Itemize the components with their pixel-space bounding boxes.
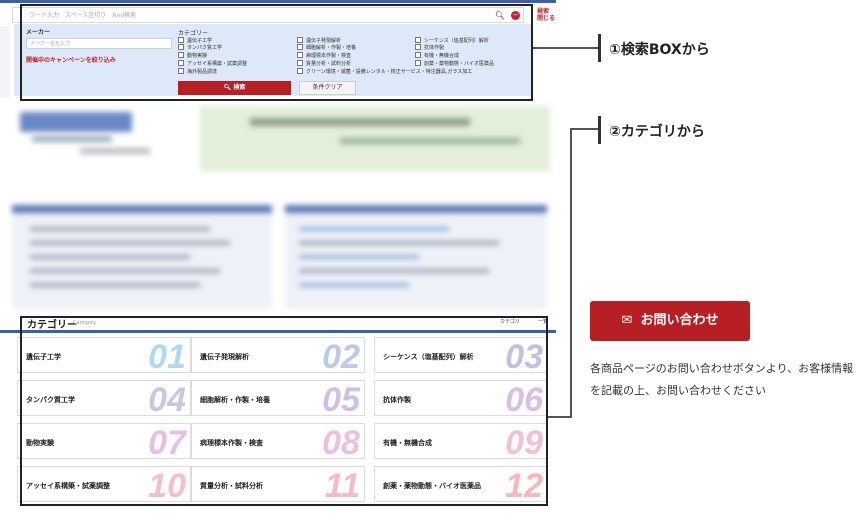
blurred-text [32, 136, 112, 142]
top-accent-line [0, 0, 556, 3]
blurred-news-box [285, 205, 547, 309]
blurred-text [340, 138, 520, 144]
callout-line-2-bottom [548, 416, 572, 418]
contact-button[interactable]: ✉ お問い合わせ [590, 301, 750, 341]
blurred-text [250, 118, 470, 126]
highlight-frame-category [20, 316, 548, 506]
blurred-logo [20, 112, 132, 132]
callout-line-2-top [570, 128, 600, 130]
callout-line-1 [533, 47, 600, 49]
callout-category: ②カテゴリから [609, 124, 705, 140]
callout-bar-1 [598, 34, 601, 62]
blurred-news-box [12, 205, 272, 309]
callout-line-2-vertical [570, 128, 572, 418]
mail-icon: ✉ [621, 313, 633, 328]
callout-bar-2 [598, 116, 601, 144]
callout-search-box: ①検索BOXから [609, 42, 710, 58]
blurred-text [80, 148, 150, 154]
highlight-frame-search [20, 4, 533, 101]
contact-instruction: 各商品ページのお問い合わせボタンより、お客様情報を記載の上、お問い合わせください [590, 362, 854, 397]
contact-button-label: お問い合わせ [640, 313, 719, 328]
close-search-link[interactable]: 検索 閉じる [537, 8, 555, 22]
left-side-strip [0, 26, 10, 98]
